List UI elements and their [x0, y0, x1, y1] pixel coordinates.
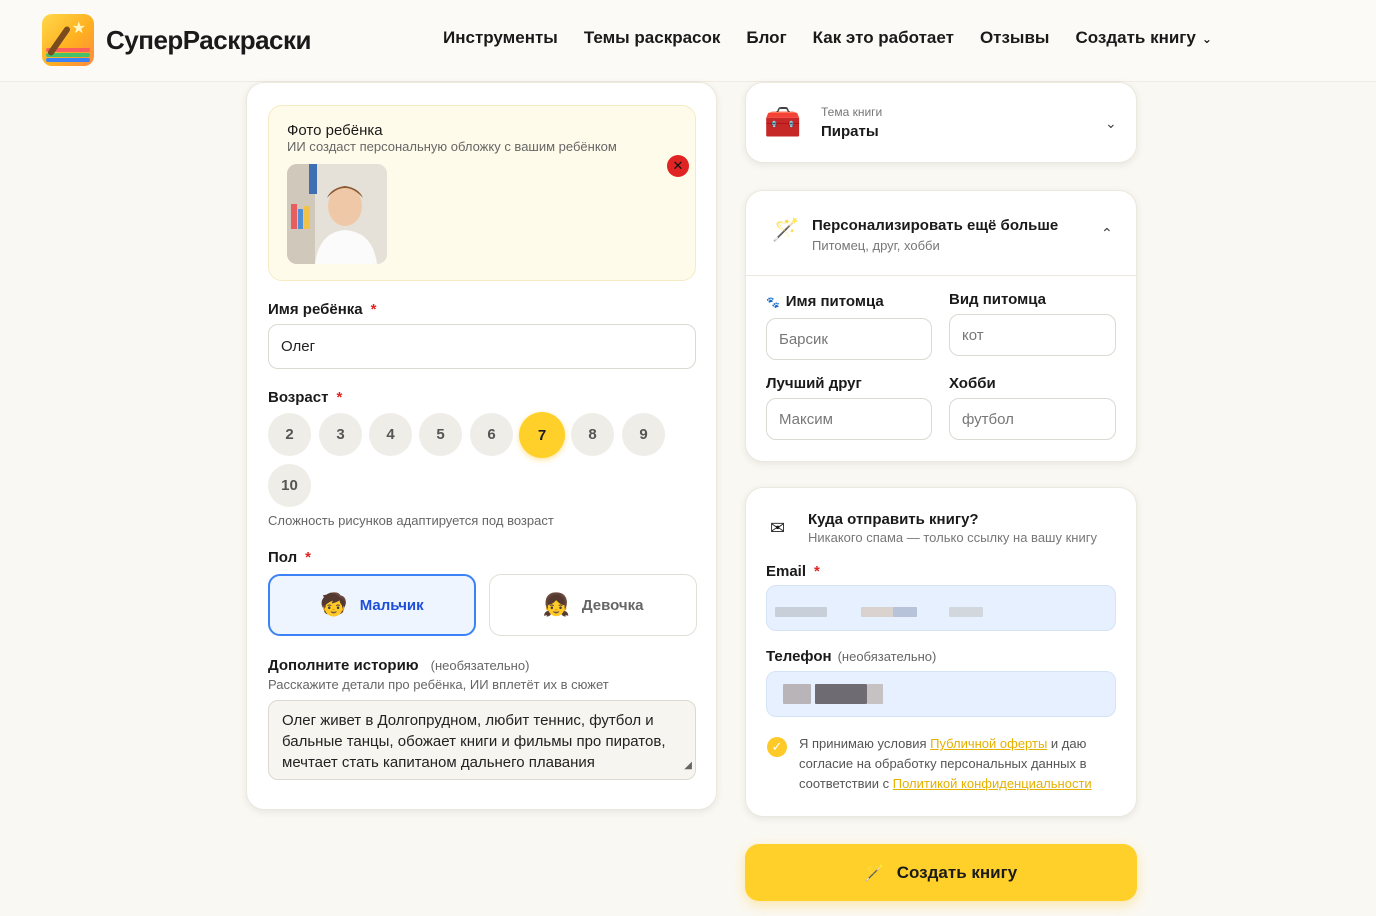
age-option-6[interactable]: 6 — [470, 413, 513, 456]
pet-type-label: Вид питомца — [949, 291, 1046, 308]
phone-label: Телефон (необязательно) — [766, 648, 936, 665]
required-mark: * — [370, 301, 377, 318]
story-text: Олег живет в Долгопрудном, любит теннис,… — [282, 712, 666, 771]
boy-icon: 🧒 — [320, 592, 348, 617]
hobby-label: Хобби — [949, 375, 996, 392]
delivery-card: ✉ Куда отправить книгу? Никакого спама —… — [745, 487, 1137, 817]
nav-themes[interactable]: Темы раскрасок — [584, 28, 721, 48]
chevron-down-icon: ⌄ — [1105, 115, 1117, 131]
email-label: Email * — [766, 563, 820, 580]
nav-tools[interactable]: Инструменты — [443, 28, 558, 48]
photo-title: Фото ребёнка — [287, 122, 383, 139]
magic-wand-icon: 🪄 — [864, 864, 885, 882]
close-icon: ✕ — [672, 158, 684, 173]
magic-wand-icon: 🪄 — [772, 217, 800, 242]
optional-tag: (необязательно) — [430, 658, 530, 673]
age-option-9[interactable]: 9 — [622, 413, 665, 456]
gender-boy-label: Мальчик — [359, 596, 424, 614]
site-header: ★ СуперРаскраски Инструменты Темы раскра… — [0, 0, 1376, 82]
name-label: Имя ребёнка * — [268, 301, 376, 318]
required-mark: * — [336, 389, 343, 406]
personalize-title: Персонализировать ещё больше — [812, 217, 1059, 234]
name-label-text: Имя ребёнка — [268, 301, 363, 318]
gender-boy-button[interactable]: 🧒 Мальчик — [268, 574, 476, 636]
chevron-up-icon: ⌃ — [1101, 225, 1113, 241]
gender-girl-button[interactable]: 👧 Девочка — [489, 574, 697, 636]
personalize-toggle[interactable]: 🪄 Персонализировать ещё больше Питомец, … — [746, 191, 1138, 275]
age-label-text: Возраст — [268, 389, 329, 406]
girl-icon: 👧 — [542, 592, 570, 617]
theme-label: Тема книги — [821, 105, 883, 119]
age-hint: Сложность рисунков адаптируется под возр… — [268, 513, 554, 528]
resize-handle-icon[interactable]: ◢ — [684, 755, 692, 776]
friend-input[interactable]: Максим — [766, 398, 932, 440]
required-mark: * — [814, 563, 820, 580]
create-book-button[interactable]: 🪄 Создать книгу — [745, 844, 1137, 901]
theme-value: Пираты — [821, 123, 879, 140]
delivery-subtitle: Никакого спама — только ссылку на вашу к… — [808, 530, 1097, 545]
child-form-card: Фото ребёнка ИИ создаст персональную обл… — [246, 82, 717, 810]
check-icon: ✓ — [771, 739, 783, 754]
optional-tag: (необязательно) — [837, 649, 937, 664]
child-photo — [287, 164, 387, 264]
story-label-text: Дополните историю — [268, 657, 419, 674]
email-label-text: Email — [766, 563, 807, 580]
nav-create-book[interactable]: Создать книгу ⌄ — [1075, 28, 1211, 48]
main-nav: Инструменты Темы раскрасок Блог Как это … — [443, 28, 1212, 48]
age-option-8[interactable]: 8 — [571, 413, 614, 456]
photo-subtitle: ИИ создаст персональную обложку с вашим … — [287, 139, 617, 154]
pet-name-label-text: Имя питомца — [785, 293, 884, 310]
consent-checkbox[interactable]: ✓ — [767, 737, 787, 757]
age-option-2[interactable]: 2 — [268, 413, 311, 456]
nav-blog[interactable]: Блог — [746, 28, 786, 48]
personalize-card: 🪄 Персонализировать ещё больше Питомец, … — [745, 190, 1137, 462]
story-hint: Расскажите детали про ребёнка, ИИ вплетё… — [268, 677, 609, 692]
gender-label-text: Пол — [268, 549, 298, 566]
personalize-subtitle: Питомец, друг, хобби — [812, 238, 940, 253]
consent-text: Я принимаю условия Публичной оферты и да… — [799, 734, 1119, 794]
delivery-title: Куда отправить книгу? — [808, 511, 979, 528]
gender-label: Пол * — [268, 549, 311, 566]
nav-reviews[interactable]: Отзывы — [980, 28, 1050, 48]
friend-label: Лучший друг — [766, 375, 862, 392]
age-label: Возраст * — [268, 389, 342, 406]
paw-icon: 🐾 — [766, 297, 780, 309]
logo-text: СуперРаскраски — [106, 24, 312, 55]
age-option-10[interactable]: 10 — [268, 464, 311, 507]
theme-select[interactable]: 🧰 Тема книги Пираты ⌄ — [745, 82, 1137, 163]
photo-upload-box[interactable]: Фото ребёнка ИИ создаст персональную обл… — [268, 105, 696, 281]
nav-create-book-label: Создать книгу — [1075, 28, 1196, 47]
pet-name-label: 🐾 Имя питомца — [766, 293, 884, 310]
envelope-icon: ✉ — [770, 518, 786, 538]
logo-icon: ★ — [42, 14, 94, 66]
child-name-input[interactable]: Олег — [268, 324, 696, 369]
logo[interactable]: ★ СуперРаскраски — [42, 14, 312, 66]
nav-how-it-works[interactable]: Как это работает — [813, 28, 954, 48]
remove-photo-button[interactable]: ✕ — [667, 155, 689, 177]
age-option-7[interactable]: 7 — [519, 412, 565, 458]
age-option-4[interactable]: 4 — [369, 413, 412, 456]
chevron-down-icon: ⌄ — [1201, 32, 1212, 46]
pet-name-input[interactable]: Барсик — [766, 318, 932, 360]
public-offer-link[interactable]: Публичной оферты — [930, 736, 1047, 751]
required-mark: * — [305, 549, 311, 566]
pet-type-input[interactable]: кот — [949, 314, 1116, 356]
story-textarea[interactable]: Олег живет в Долгопрудном, любит теннис,… — [268, 700, 696, 780]
age-option-3[interactable]: 3 — [319, 413, 362, 456]
phone-input[interactable] — [766, 671, 1116, 717]
privacy-policy-link[interactable]: Политикой конфиденциальности — [893, 776, 1092, 791]
create-book-label: Создать книгу — [896, 862, 1018, 882]
gender-girl-label: Девочка — [581, 596, 644, 614]
phone-label-text: Телефон — [766, 648, 832, 665]
treasure-chest-icon: 🧰 — [764, 106, 802, 139]
consent-text-1: Я принимаю условия — [799, 736, 931, 751]
age-option-5[interactable]: 5 — [419, 413, 462, 456]
email-input[interactable] — [766, 585, 1116, 631]
divider — [746, 275, 1136, 276]
story-label: Дополните историю (необязательно) — [268, 657, 529, 674]
hobby-input[interactable]: футбол — [949, 398, 1116, 440]
